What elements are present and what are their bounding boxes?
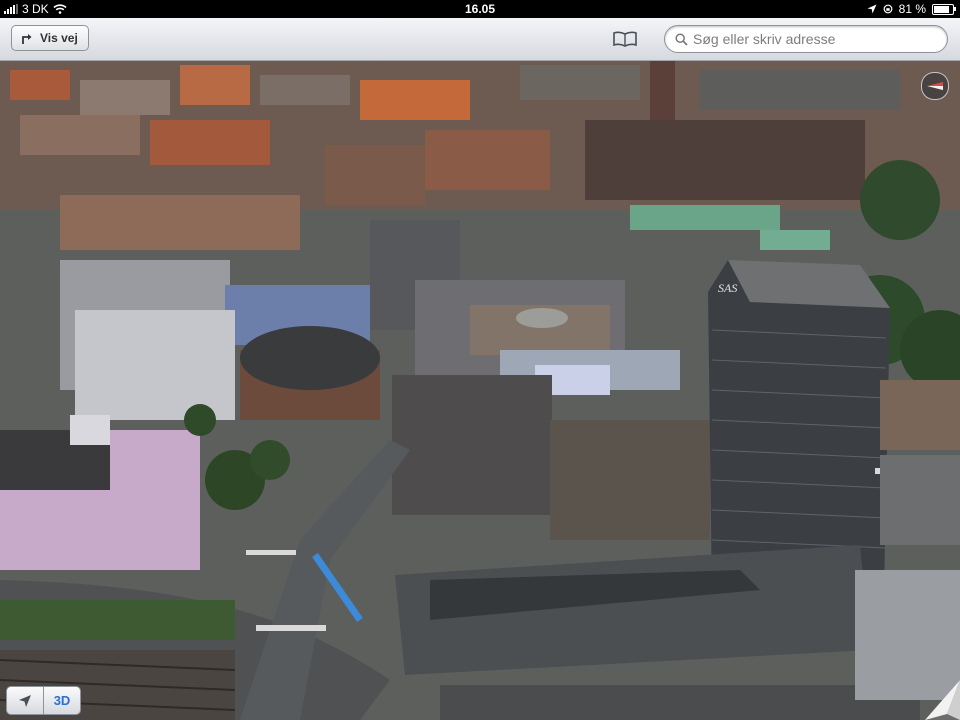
battery-fill [934,5,949,13]
map-mode-controls: 3D [6,686,81,715]
rotation-lock-icon [883,4,893,14]
compass-icon[interactable] [921,72,949,100]
location-button[interactable] [7,687,43,714]
location-services-icon [867,4,877,14]
battery-percent: 81 % [898,2,926,16]
location-arrow-icon [19,694,31,707]
status-bar: 3 DK 16.05 81 % [0,0,960,18]
directions-button[interactable]: Vis vej [11,25,89,51]
sas-sign: SAS [718,281,737,295]
magnifier-icon [675,32,688,46]
search-field[interactable] [664,25,948,53]
maps-toolbar: Vis vej [0,18,960,61]
map-3d-view[interactable]: SAS [0,60,960,720]
compass-needle [927,82,943,90]
search-input[interactable] [693,31,933,47]
battery-icon [932,3,956,15]
status-right: 81 % [867,2,956,16]
3d-toggle-button[interactable]: 3D [43,687,80,714]
open-book-icon[interactable] [612,30,638,48]
map-canvas: SAS [0,60,960,720]
page-curl-icon[interactable] [925,680,960,720]
clock: 16.05 [464,2,496,16]
turn-arrow-icon [22,34,32,44]
directions-label: Vis vej [40,31,78,45]
